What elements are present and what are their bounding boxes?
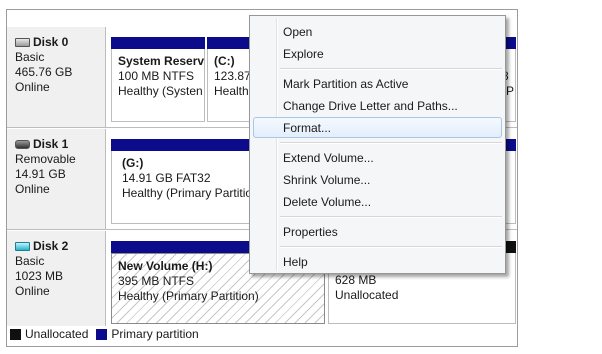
menu-item-help[interactable]: Help [283, 254, 308, 270]
menu-item-shrink-volume[interactable]: Shrink Volume... [283, 172, 370, 188]
partition-status: Unallocated [335, 288, 399, 302]
menu-item-format[interactable]: Format... [283, 120, 331, 136]
hard-disk-icon [15, 38, 30, 47]
disk-info-1[interactable]: Disk 1 Removable 14.91 GB Online [7, 129, 106, 229]
context-menu: Open Explore Mark Partition as Active Ch… [249, 15, 506, 274]
removable-disk-icon [15, 140, 30, 149]
virtual-disk-icon [15, 242, 30, 251]
disk-name: Disk 0 [33, 35, 69, 49]
menu-separator [280, 216, 502, 218]
disk-size: 14.91 GB [15, 167, 66, 181]
disk-status: Online [15, 80, 50, 94]
legend: Unallocated Primary partition [6, 327, 199, 341]
partition-detail: 100 MB NTFS [118, 69, 195, 83]
disk-name: Disk 1 [33, 137, 69, 151]
disk-info-2[interactable]: Disk 2 Basic 1023 MB Online [7, 231, 106, 326]
menu-separator [280, 142, 502, 144]
menu-item-properties[interactable]: Properties [283, 224, 338, 240]
partition-name: System Reserv [118, 54, 205, 68]
partition-detail: 628 MB [335, 273, 377, 287]
disk-type: Basic [15, 50, 45, 64]
partition-system-reserved[interactable]: System Reserv 100 MB NTFS Healthy (Syste… [111, 37, 205, 122]
menu-item-open[interactable]: Open [283, 24, 312, 40]
menu-separator [280, 68, 502, 70]
partition-status: Healthy (Systen [118, 84, 203, 98]
disk-status: Online [15, 284, 50, 298]
disk-size: 1023 MB [15, 269, 64, 283]
menu-item-extend-volume[interactable]: Extend Volume... [283, 150, 374, 166]
disk-info-0[interactable]: Disk 0 Basic 465.76 GB Online [7, 27, 106, 127]
primary-partition-swatch [96, 328, 108, 340]
legend-label: Primary partition [111, 327, 199, 341]
menu-separator [280, 246, 502, 248]
disk-size: 465.76 GB [15, 65, 73, 79]
partition-detail: 395 MB NTFS [118, 274, 195, 288]
menu-item-delete-volume[interactable]: Delete Volume... [283, 194, 371, 210]
menu-item-mark-active[interactable]: Mark Partition as Active [283, 76, 408, 92]
disk-name: Disk 2 [33, 239, 69, 253]
menu-item-explore[interactable]: Explore [283, 46, 324, 62]
disk-type: Basic [15, 254, 45, 268]
menu-item-change-drive-letter[interactable]: Change Drive Letter and Paths... [283, 98, 458, 114]
unallocated-swatch [10, 328, 21, 340]
legend-label: Unallocated [25, 327, 89, 341]
disk-type: Removable [15, 152, 76, 166]
disk-status: Online [15, 182, 50, 196]
partition-status: Healthy (Primary Partition) [118, 289, 259, 303]
